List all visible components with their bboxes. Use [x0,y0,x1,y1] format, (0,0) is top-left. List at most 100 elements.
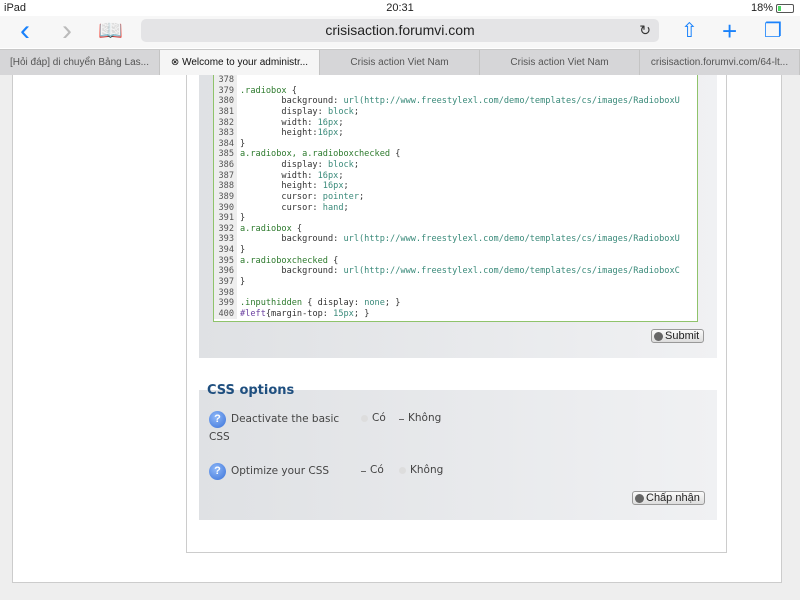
code-token: 16px [322,181,344,192]
accept-button[interactable]: Chấp nhận [632,491,705,505]
forward-icon[interactable]: › [62,16,72,46]
code-line: 382 width: 16px; [214,117,697,129]
code-token: pointer [322,191,360,202]
line-number: 378 [214,75,237,86]
code-line: 378 [214,75,697,86]
radio-deactivate-no[interactable]: Không [399,412,441,424]
code-token: cursor: [240,191,323,202]
share-icon[interactable]: ⇧ [681,19,698,43]
close-tab-icon[interactable]: ⊗ [171,57,182,68]
code-line: 380 background: url(http://www.freestyle… [214,96,697,107]
help-icon[interactable]: ? [209,411,226,428]
code-line: 392 a.radiobox { [214,223,697,235]
code-token: { [390,149,401,160]
code-token: } [240,213,246,224]
tab-label: Welcome to your administr... [182,57,309,68]
line-number: 384 [214,138,237,150]
code-token: ; [353,160,360,170]
code-token: display: [240,106,328,117]
code-token: 15px [333,308,354,319]
radio-optimize-yes[interactable]: Có [361,464,384,476]
code-line: 394} [214,245,697,256]
code-token: width: [240,170,318,181]
line-number: 394 [214,245,237,256]
tab-label: Crisis action Viet Nam [510,57,609,68]
line-number: 379 [214,85,237,97]
code-line: 393 background: url(http://www.freestyle… [214,234,697,245]
tab-label: [Hỏi đáp] di chuyển Bảng Las... [10,57,149,68]
tabs-icon[interactable]: ❐ [764,19,782,43]
url-text: crisisaction.forumvi.com [325,22,475,38]
code-line: 396 background: url(http://www.freestyle… [214,266,697,277]
code-line: 397} [214,276,697,288]
clock: 20:31 [386,2,414,14]
tab-0[interactable]: [Hỏi đáp] di chuyển Bảng Las... [0,50,160,75]
code-token: ; [338,170,344,181]
code-token: a.radiobox [240,223,292,234]
code-line: 389 cursor: pointer; [214,191,697,203]
code-line: 384} [214,138,697,150]
line-number: 391 [214,213,237,224]
check-icon [654,331,663,341]
tab-label: Crisis action Viet Nam [350,57,449,68]
battery-percent: 18% [750,2,773,14]
new-tab-icon[interactable]: + [722,18,737,44]
code-line: 387 width: 16px; [214,170,697,182]
code-token: width: [240,117,318,128]
css-code-editor[interactable]: 378 379 .radiobox {380 background: url(htt… [213,75,698,322]
page-content: 378 379 .radiobox {380 background: url(htt… [0,75,800,600]
tab-1[interactable]: ⊗ Welcome to your administr... [160,50,320,75]
code-token: #left [240,308,266,319]
line-number: 380 [214,96,237,107]
code-line: 386 display: block; [214,160,697,171]
code-token: ; [353,106,360,117]
code-line: 385 a.radiobox, a.radioboxchecked { [214,149,697,160]
check-icon [635,493,644,503]
tab-2[interactable]: Crisis action Viet Nam [320,50,480,75]
tab-4[interactable]: crisisaction.forumvi.com/64-lt... [640,50,800,75]
line-number: 395 [214,255,237,267]
code-token: .radiobox [240,85,287,96]
code-token: 16px [317,170,339,181]
line-number: 397 [214,276,237,288]
code-token: { [291,223,303,234]
code-token: } [240,138,246,149]
code-token: ; } [384,298,401,309]
code-token: a.radiobox, a.radioboxchecked [240,149,391,160]
line-number: 396 [214,266,237,277]
submit-button[interactable]: Submit [651,329,705,343]
code-token: { display: [302,298,365,309]
code-token: background: [240,266,344,277]
radio-deactivate-yes[interactable]: Có [361,412,386,424]
line-number: 400 [214,308,237,320]
code-token: ; [359,191,365,202]
line-number: 382 [214,117,237,129]
radio-optimize-no[interactable]: Không [399,464,443,476]
reload-icon[interactable]: ↻ [639,19,651,42]
code-token: {margin-top: [265,308,334,319]
section-title: CSS options [207,383,295,398]
code-token: { [327,255,339,266]
code-line: 400 #left{margin-top: 15px; } [214,308,697,320]
code-token: height: [240,181,323,192]
line-number: 392 [214,223,237,235]
code-token: { [286,85,297,96]
code-token: 16px [317,128,339,139]
address-bar[interactable]: crisisaction.forumvi.com ↻ [141,19,659,42]
code-token: ; [343,181,349,192]
back-icon[interactable]: ‹ [20,16,30,46]
code-token: cursor: [240,202,323,213]
code-token: } [240,245,246,255]
line-number: 381 [214,106,237,118]
tab-3[interactable]: Crisis action Viet Nam [480,50,640,75]
page-frame: 378 379 .radiobox {380 background: url(htt… [12,75,782,583]
accept-label: Chấp nhận [646,492,700,504]
bookmarks-icon[interactable]: 📖 [98,19,123,43]
line-number: 387 [214,170,237,182]
line-number: 388 [214,181,237,192]
browser-toolbar: ‹ › 📖 crisisaction.forumvi.com ↻ ⇧ + ❐ [0,16,800,48]
css-editor-panel: 378 379 .radiobox {380 background: url(htt… [199,75,717,358]
help-icon[interactable]: ? [209,463,226,480]
line-number: 389 [214,191,237,203]
code-line: 388 height: 16px; [214,181,697,192]
